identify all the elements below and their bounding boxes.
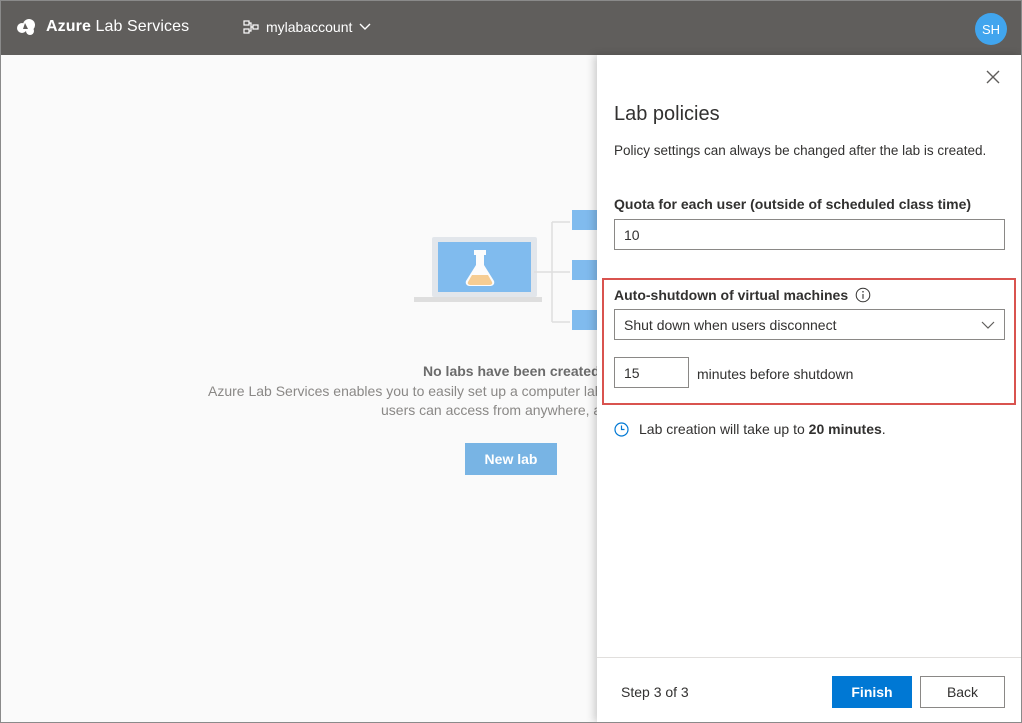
window-frame <box>0 0 1022 723</box>
